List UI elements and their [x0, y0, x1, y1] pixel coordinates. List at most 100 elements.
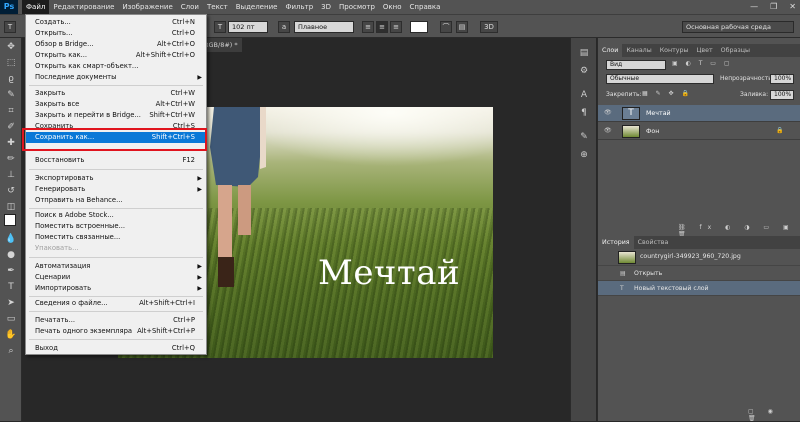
menu-layers[interactable]: Слои: [177, 0, 203, 14]
crop-tool-icon[interactable]: ⌗: [3, 104, 19, 118]
stamp-tool-icon[interactable]: ⊥: [3, 168, 19, 182]
lock-icons[interactable]: ▦ ✎ ✥ 🔒: [642, 90, 692, 97]
menu-item-recent[interactable]: Последние документы ▶: [26, 72, 206, 83]
tab-swatches[interactable]: Образцы: [717, 44, 754, 57]
healing-brush-icon[interactable]: ✚: [3, 136, 19, 150]
tab-color[interactable]: Цвет: [693, 44, 717, 57]
lasso-tool-icon[interactable]: ϱ: [3, 72, 19, 86]
menu-item-import[interactable]: Импортировать ▶: [26, 283, 206, 294]
menu-item-new[interactable]: Создать... Ctrl+N: [26, 17, 206, 28]
tab-properties[interactable]: Свойства: [634, 236, 673, 249]
tab-history[interactable]: История: [598, 236, 634, 249]
history-step-open[interactable]: ▤ Открыть: [598, 266, 800, 281]
menu-item-close[interactable]: Закрыть Ctrl+W: [26, 88, 206, 99]
paragraph-panel-icon[interactable]: ¶: [577, 106, 591, 120]
visibility-eye-icon[interactable]: 👁: [604, 127, 612, 134]
quick-select-tool-icon[interactable]: ✎: [3, 88, 19, 102]
opacity-field[interactable]: 100%: [770, 74, 794, 84]
history-panel-icon[interactable]: ▤: [577, 46, 591, 60]
properties-panel-icon[interactable]: ⚙: [577, 64, 591, 78]
path-select-icon[interactable]: ➤: [3, 296, 19, 310]
type-tool-icon[interactable]: T: [4, 21, 16, 33]
menu-view[interactable]: Просмотр: [335, 0, 379, 14]
menu-item-revert[interactable]: Восстановить F12: [26, 155, 206, 166]
tab-layers[interactable]: Слои: [598, 44, 623, 57]
character-panel-icon[interactable]: ▤: [456, 21, 468, 33]
layers-panel-tabs: Слои Каналы Контуры Цвет Образцы: [598, 44, 800, 57]
menu-item-open[interactable]: Открыть... Ctrl+O: [26, 28, 206, 39]
history-actions-bar[interactable]: ▢ ◉ 🗑: [748, 408, 800, 422]
menu-item-print-one-copy[interactable]: Печать одного экземпляра Alt+Shift+Ctrl+P: [26, 326, 206, 337]
align-left-icon[interactable]: ≡: [362, 21, 374, 33]
layer-row-background[interactable]: 👁 Фон 🔒: [598, 123, 800, 140]
menu-item-automate[interactable]: Автоматизация ▶: [26, 261, 206, 272]
move-tool-icon[interactable]: ✥: [3, 40, 19, 54]
tab-channels[interactable]: Каналы: [622, 44, 655, 57]
zoom-tool-icon[interactable]: ⌕: [3, 344, 19, 358]
font-size-field[interactable]: 102 пт: [228, 21, 268, 33]
layer-filter-select[interactable]: Вид: [606, 60, 666, 70]
menu-filter[interactable]: Фильтр: [281, 0, 317, 14]
visibility-eye-icon[interactable]: 👁: [604, 109, 612, 116]
menu-image[interactable]: Изображение: [118, 0, 176, 14]
dodge-tool-icon[interactable]: ●: [3, 248, 19, 262]
fill-field[interactable]: 100%: [770, 90, 794, 100]
menu-item-place-linked[interactable]: Поместить связанные...: [26, 232, 206, 243]
foreground-color-swatch[interactable]: [4, 214, 16, 226]
menu-3d[interactable]: 3D: [317, 0, 335, 14]
menu-item-search-stock[interactable]: Поиск в Adobe Stock...: [26, 210, 206, 221]
eyedropper-tool-icon[interactable]: ✐: [3, 120, 19, 134]
marquee-tool-icon[interactable]: ⬚: [3, 56, 19, 70]
tab-paths[interactable]: Контуры: [656, 44, 693, 57]
3d-button[interactable]: 3D: [480, 21, 498, 33]
eraser-tool-icon[interactable]: ◫: [3, 200, 19, 214]
layer-row-text[interactable]: 👁 T Мечтай: [598, 105, 800, 122]
menu-item-file-info[interactable]: Сведения о файле... Alt+Shift+Ctrl+I: [26, 298, 206, 309]
shape-tool-icon[interactable]: ▭: [3, 312, 19, 326]
workspace-select[interactable]: Основная рабочая среда: [682, 21, 794, 33]
menu-item-export[interactable]: Экспортировать ▶: [26, 173, 206, 184]
menu-item-place-embedded[interactable]: Поместить встроенные...: [26, 221, 206, 232]
layer-name: Фон: [646, 128, 660, 135]
clone-source-icon[interactable]: ⊕: [577, 148, 591, 162]
minimize-icon[interactable]: —: [750, 0, 758, 14]
antialias-select[interactable]: Плавное: [294, 21, 354, 33]
close-icon[interactable]: ✕: [789, 0, 796, 14]
menu-item-print[interactable]: Печатать... Ctrl+P: [26, 315, 206, 326]
menu-item-share-behance[interactable]: Отправить на Behance...: [26, 195, 206, 206]
hand-tool-icon[interactable]: ✋: [3, 328, 19, 342]
character-panel-icon[interactable]: A: [577, 88, 591, 102]
menu-type[interactable]: Текст: [203, 0, 232, 14]
history-step-new-text-layer[interactable]: T Новый текстовый слой: [598, 281, 800, 296]
history-snapshot[interactable]: countrygirl-349923_960_720.jpg: [598, 249, 800, 266]
menu-item-scripts[interactable]: Сценарии ▶: [26, 272, 206, 283]
menu-select[interactable]: Выделение: [232, 0, 282, 14]
pen-tool-icon[interactable]: ✒: [3, 264, 19, 278]
align-center-icon[interactable]: ≡: [376, 21, 388, 33]
menu-item-close-all[interactable]: Закрыть все Alt+Ctrl+W: [26, 99, 206, 110]
type-tool-icon[interactable]: T: [3, 280, 19, 294]
menu-item-exit[interactable]: Выход Ctrl+Q: [26, 343, 206, 354]
canvas-text-layer[interactable]: Мечтай: [318, 253, 460, 293]
menu-separator: [29, 339, 203, 340]
align-right-icon[interactable]: ≡: [390, 21, 402, 33]
history-step-label: Новый текстовый слой: [634, 285, 709, 292]
blend-mode-select[interactable]: Обычные: [606, 74, 714, 84]
menu-file[interactable]: Файл: [22, 0, 50, 14]
text-color-swatch[interactable]: [410, 21, 428, 33]
menu-item-open-as[interactable]: Открыть как... Alt+Shift+Ctrl+O: [26, 50, 206, 61]
menu-item-generate[interactable]: Генерировать ▶: [26, 184, 206, 195]
brush-panel-icon[interactable]: ✎: [577, 130, 591, 144]
menu-window[interactable]: Окно: [379, 0, 406, 14]
warp-text-icon[interactable]: ⌒: [440, 21, 452, 33]
layer-filter-icons[interactable]: ▣ ◐ T ▭ ▢: [672, 60, 733, 67]
menu-item-close-go-bridge[interactable]: Закрыть и перейти в Bridge... Shift+Ctrl+…: [26, 110, 206, 121]
menu-help[interactable]: Справка: [406, 0, 445, 14]
brush-tool-icon[interactable]: ✏: [3, 152, 19, 166]
menu-item-browse-bridge[interactable]: Обзор в Bridge... Alt+Ctrl+O: [26, 39, 206, 50]
blur-tool-icon[interactable]: 💧: [3, 232, 19, 246]
menu-edit[interactable]: Редактирование: [49, 0, 118, 14]
maximize-icon[interactable]: ❐: [770, 0, 777, 14]
history-brush-icon[interactable]: ↺: [3, 184, 19, 198]
menu-item-open-smart-object[interactable]: Открыть как смарт-объект...: [26, 61, 206, 72]
